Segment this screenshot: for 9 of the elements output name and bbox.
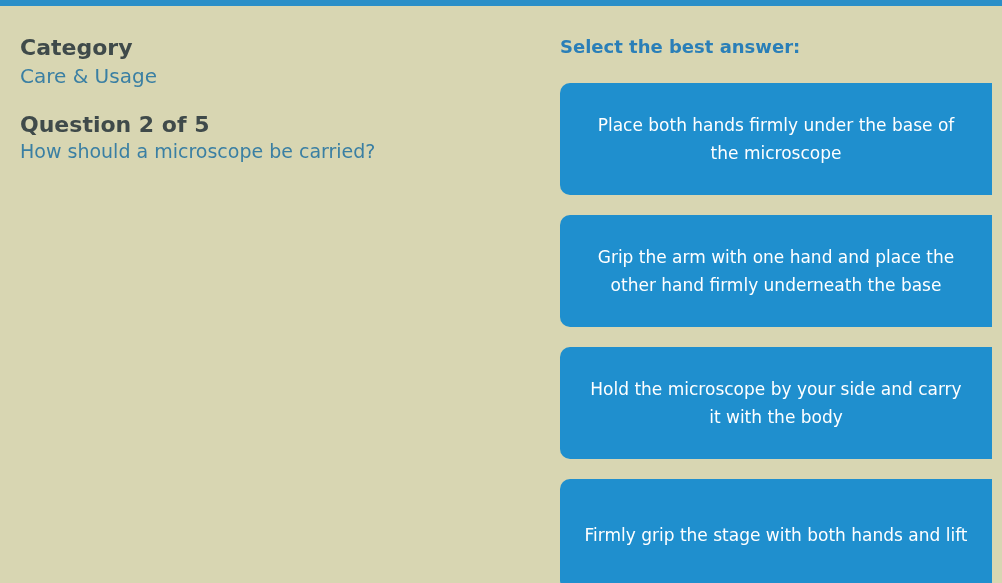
prompt-text: Select the best answer: [560, 36, 802, 59]
category-label: Category [20, 34, 134, 62]
question-number: Question 2 of 5 [20, 110, 211, 138]
category-value: Care & Usage [20, 63, 158, 89]
answer-button[interactable]: Place both hands firmly under the base of the microscope [560, 82, 992, 195]
question-text: How should a microscope be carried? [20, 140, 377, 164]
answer-button[interactable]: Firmly grip the stage with both hands and lift [560, 478, 992, 583]
answer-button[interactable]: Grip the arm with one hand and place the other hand firmly underneath the base [560, 214, 992, 327]
answer-button[interactable]: Hold the microscope by your side and carry it with the body [560, 346, 992, 459]
